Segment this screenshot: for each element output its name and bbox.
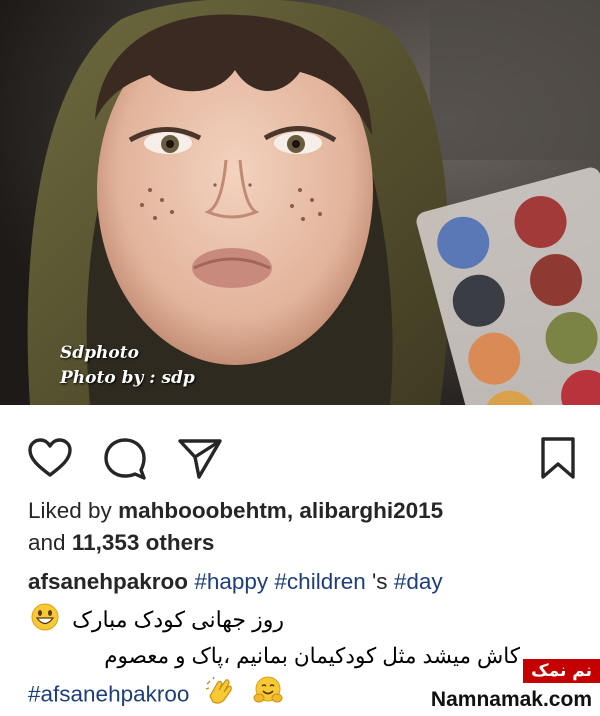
brand-logo-label: نم نمک	[523, 659, 600, 683]
clapping-hands-emoji-icon	[204, 676, 236, 715]
grinning-face-emoji-icon	[30, 602, 60, 641]
liker-username-2[interactable]: alibarghi2015	[299, 498, 443, 523]
liker-username-1[interactable]: mahbooobehtm,	[118, 498, 293, 523]
hugging-face-emoji-icon	[252, 676, 284, 715]
post-photo[interactable]: Sdphoto Photo by : sdp	[0, 0, 600, 405]
bookmark-icon[interactable]	[534, 434, 582, 482]
brand-site-url: Namnamak.com	[430, 688, 592, 711]
hashtag-day[interactable]: #day	[394, 569, 443, 594]
paper-plane-icon[interactable]	[176, 434, 224, 482]
hashtag-children[interactable]: #children	[274, 569, 365, 594]
caption-line-2: روز جهانی کودک مبارک	[30, 602, 320, 641]
heart-icon[interactable]	[26, 434, 74, 482]
likes-count[interactable]: 11,353 others	[72, 530, 215, 555]
caption-line-1: afsanehpakroo #happy #children 's #day	[28, 566, 588, 598]
caption-username[interactable]: afsanehpakroo	[28, 569, 188, 594]
likes-summary: Liked by mahbooobehtm, alibarghi2015 and…	[28, 495, 588, 559]
watermark-line-2: Photo by : sdp	[60, 368, 195, 388]
hashtag-happy[interactable]: #happy	[194, 569, 268, 594]
caption-persian-line-2: کاش میشد مثل کودکیمان بمانیم ،پاک و معصو…	[104, 644, 520, 668]
caption-plain-text: 's	[372, 569, 388, 594]
likes-prefix: Liked by	[28, 498, 112, 523]
comment-bubble-icon[interactable]	[101, 434, 149, 482]
likes-and: and	[28, 530, 66, 555]
caption-persian-line-1: روز جهانی کودک مبارک	[72, 607, 285, 633]
caption-line-4: #afsanehpakroo	[28, 676, 284, 715]
post-actions-bar	[0, 405, 600, 500]
hashtag-afsanehpakroo[interactable]: #afsanehpakroo	[28, 681, 189, 706]
watermark-line-1: Sdphoto	[60, 343, 139, 363]
